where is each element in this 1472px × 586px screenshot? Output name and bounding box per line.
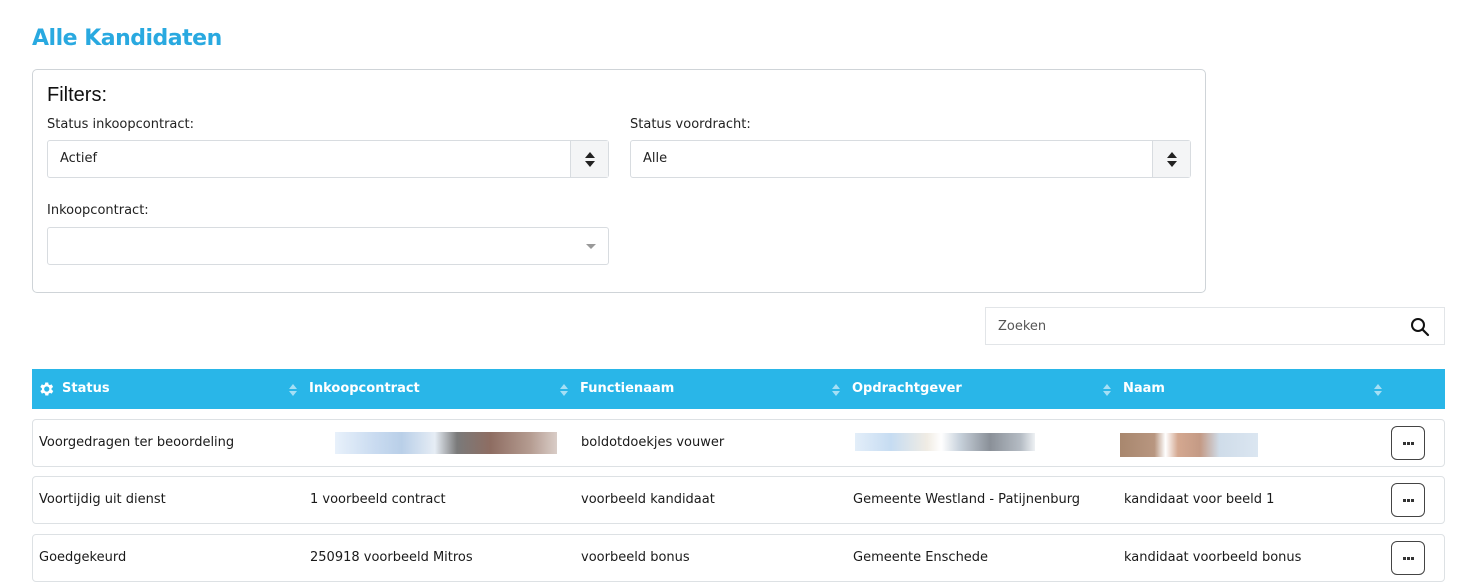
- table-row[interactable]: Goedgekeurd 250918 voorbeeld Mitros voor…: [32, 534, 1445, 582]
- chevron-down-icon: [586, 244, 596, 249]
- search-icon[interactable]: [1410, 317, 1430, 337]
- filters-title: Filters:: [47, 84, 107, 106]
- status-voordracht-select[interactable]: Alle: [630, 140, 1191, 178]
- cell-status: Voorgedragen ter beoordeling: [39, 435, 235, 450]
- cell-inkoopcontract: 250918 voorbeeld Mitros: [310, 550, 473, 565]
- cell-opdrachtgever: Gemeente Enschede: [853, 550, 989, 565]
- sort-icon[interactable]: [560, 384, 568, 396]
- column-header-naam[interactable]: Naam: [1123, 369, 1165, 409]
- cell-functienaam: voorbeeld bonus: [581, 550, 690, 565]
- table-row[interactable]: Voorgedragen ter beoordeling boldotdoekj…: [32, 419, 1445, 467]
- table-header: Status Inkoopcontract Functienaam Opdrac…: [32, 369, 1445, 409]
- column-header-status[interactable]: Status: [62, 369, 110, 409]
- select-arrows-icon[interactable]: [1152, 141, 1190, 177]
- status-inkoopcontract-value: Actief: [60, 151, 98, 166]
- select-arrows-icon[interactable]: [570, 141, 608, 177]
- redacted-opdrachtgever: [855, 433, 1035, 451]
- cell-functienaam: voorbeeld kandidaat: [581, 492, 715, 507]
- cell-naam: kandidaat voor beeld 1: [1124, 492, 1275, 507]
- more-actions-button[interactable]: [1391, 541, 1425, 575]
- search-input[interactable]: [986, 308, 1386, 344]
- sort-icon[interactable]: [1103, 384, 1111, 396]
- more-actions-button[interactable]: [1391, 483, 1425, 517]
- column-header-functienaam[interactable]: Functienaam: [580, 369, 674, 409]
- sort-icon[interactable]: [1374, 384, 1382, 396]
- status-inkoopcontract-select[interactable]: Actief: [47, 140, 609, 178]
- status-voordracht-label: Status voordracht:: [630, 117, 751, 132]
- filters-panel: Filters: Status inkoopcontract: Actief S…: [32, 69, 1206, 293]
- inkoopcontract-select[interactable]: [47, 227, 609, 265]
- status-inkoopcontract-label: Status inkoopcontract:: [47, 117, 195, 132]
- cell-inkoopcontract: 1 voorbeeld contract: [310, 492, 446, 507]
- more-actions-button[interactable]: [1391, 426, 1425, 460]
- column-header-inkoopcontract[interactable]: Inkoopcontract: [309, 369, 420, 409]
- column-header-opdrachtgever[interactable]: Opdrachtgever: [852, 369, 962, 409]
- redacted-naam: [1120, 433, 1258, 457]
- cell-opdrachtgever: Gemeente Westland - Patijnenburg: [853, 492, 1081, 507]
- page-title: Alle Kandidaten: [32, 26, 222, 51]
- search-box: [985, 307, 1445, 345]
- inkoopcontract-label: Inkoopcontract:: [47, 203, 149, 218]
- cell-functienaam: boldotdoekjes vouwer: [581, 435, 725, 450]
- sort-icon[interactable]: [832, 384, 840, 396]
- redacted-inkoopcontract: [335, 432, 557, 454]
- cell-status: Goedgekeurd: [39, 550, 127, 565]
- table-row[interactable]: Voortijdig uit dienst 1 voorbeeld contra…: [32, 476, 1445, 524]
- cell-status: Voortijdig uit dienst: [39, 492, 166, 507]
- gear-icon[interactable]: [37, 380, 55, 398]
- status-voordracht-value: Alle: [643, 151, 668, 166]
- sort-icon[interactable]: [289, 384, 297, 396]
- cell-naam: kandidaat voorbeeld bonus: [1124, 550, 1302, 565]
